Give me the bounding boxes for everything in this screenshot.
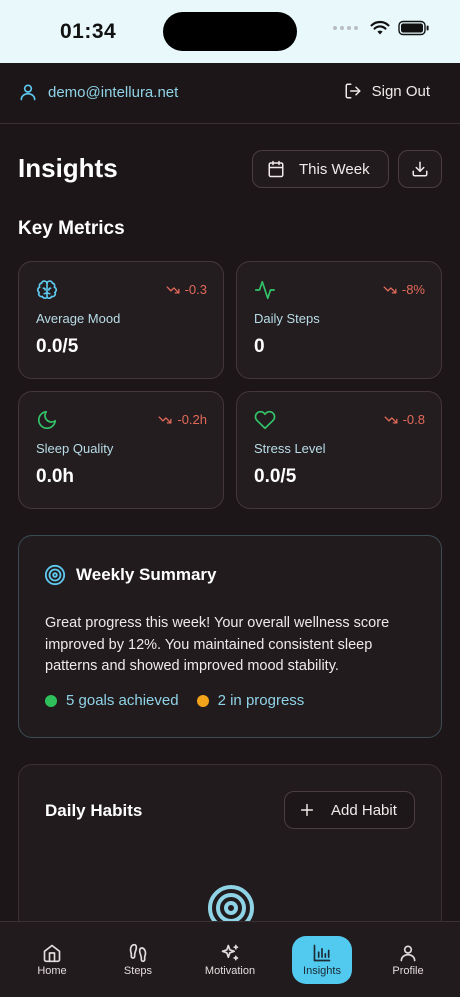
sparkles-icon — [221, 944, 239, 961]
download-icon — [412, 161, 428, 177]
weekly-summary-text: Great progress this week! Your overall w… — [45, 615, 390, 674]
signal-dots-icon — [333, 26, 358, 30]
sign-out-button[interactable]: Sign Out — [344, 82, 430, 100]
trending-down-icon — [166, 285, 180, 294]
activity-icon — [255, 280, 275, 300]
metric-label: Average Mood — [36, 311, 121, 326]
status-time: 01:34 — [60, 20, 117, 43]
user-icon — [20, 84, 36, 101]
nav-label: Profile — [392, 965, 424, 977]
top-bar: demo@intellura.net Sign Out — [0, 63, 460, 124]
user-email: demo@intellura.net — [48, 83, 179, 101]
heart-icon — [254, 410, 276, 430]
nav-profile[interactable]: Profile — [378, 936, 438, 984]
key-metrics-title: Key Metrics — [18, 218, 125, 239]
nav-home[interactable]: Home — [22, 936, 82, 984]
period-label: This Week — [299, 160, 370, 178]
trending-down-icon — [158, 415, 172, 424]
home-icon — [43, 944, 61, 963]
user-icon — [400, 945, 416, 962]
metric-label: Sleep Quality — [36, 441, 114, 456]
stat-label: 2 in progress — [217, 692, 305, 709]
metric-label: Daily Steps — [254, 311, 320, 326]
dynamic-island — [163, 12, 297, 51]
moon-icon — [37, 410, 57, 430]
daily-habits-title: Daily Habits — [45, 801, 143, 820]
plus-icon — [300, 803, 314, 817]
battery-icon — [398, 20, 429, 36]
metric-card-daily-steps[interactable]: -8% Daily Steps 0 — [236, 261, 442, 379]
metric-label: Stress Level — [254, 441, 326, 456]
metric-value: 0 — [254, 336, 265, 357]
footprints-icon — [129, 943, 147, 963]
weekly-summary-header: Weekly Summary — [44, 564, 216, 586]
period-selector-button[interactable]: This Week — [252, 150, 389, 188]
nav-label: Motivation — [204, 965, 256, 977]
in-progress-stat: 2 in progress — [196, 692, 305, 709]
page-title: Insights — [18, 153, 118, 183]
target-icon — [44, 564, 66, 586]
user-account: demo@intellura.net — [18, 82, 178, 102]
metric-change-value: -0.8 — [402, 412, 425, 427]
metric-value: 0.0/5 — [36, 336, 79, 357]
status-dot-green — [45, 694, 57, 707]
nav-label: Home — [37, 965, 67, 977]
sign-out-label: Sign Out — [371, 82, 430, 100]
metric-card-stress-level[interactable]: -0.8 Stress Level 0.0/5 — [236, 391, 442, 509]
trending-down-icon — [384, 415, 398, 424]
weekly-summary-card: Weekly Summary Great progress this week!… — [18, 535, 442, 738]
add-habit-button[interactable]: Add Habit — [284, 791, 415, 829]
metric-card-sleep-quality[interactable]: -0.2h Sleep Quality 0.0h — [18, 391, 224, 509]
metric-change-value: -8% — [401, 282, 425, 297]
weekly-summary-title: Weekly Summary — [76, 565, 217, 584]
nav-label: Insights — [303, 965, 341, 977]
goals-achieved-stat: 5 goals achieved — [45, 692, 179, 709]
nav-insights[interactable]: Insights — [292, 936, 352, 984]
metric-value: 0.0h — [36, 466, 75, 487]
metric-change-value: -0.3 — [184, 282, 207, 297]
metric-change-value: -0.2h — [177, 412, 207, 427]
log-out-icon — [345, 83, 361, 99]
nav-steps[interactable]: Steps — [108, 936, 168, 984]
download-button[interactable] — [398, 150, 442, 188]
status-dot-orange — [196, 694, 209, 707]
brain-icon — [36, 280, 58, 300]
nav-label: Steps — [123, 965, 153, 977]
metric-change: -0.8 — [383, 412, 425, 427]
metric-value: 0.0/5 — [254, 466, 297, 487]
metric-change: -0.3 — [165, 282, 207, 297]
metric-change: -8% — [382, 282, 425, 297]
bar-chart-icon — [313, 944, 331, 962]
wifi-icon — [370, 20, 390, 35]
calendar-icon — [268, 160, 284, 178]
nav-motivation[interactable]: Motivation — [200, 936, 260, 984]
bottom-navigation: Home Steps Motivation Insights Profile — [0, 921, 460, 997]
status-bar: 01:34 — [0, 0, 460, 63]
add-habit-label: Add Habit — [331, 801, 397, 819]
stat-label: 5 goals achieved — [66, 692, 179, 709]
weekly-summary-stats: 5 goals achieved 2 in progress — [45, 692, 304, 709]
metric-card-average-mood[interactable]: -0.3 Average Mood 0.0/5 — [18, 261, 224, 379]
status-icons — [333, 20, 430, 36]
trending-down-icon — [383, 285, 397, 294]
metric-change: -0.2h — [157, 412, 207, 427]
